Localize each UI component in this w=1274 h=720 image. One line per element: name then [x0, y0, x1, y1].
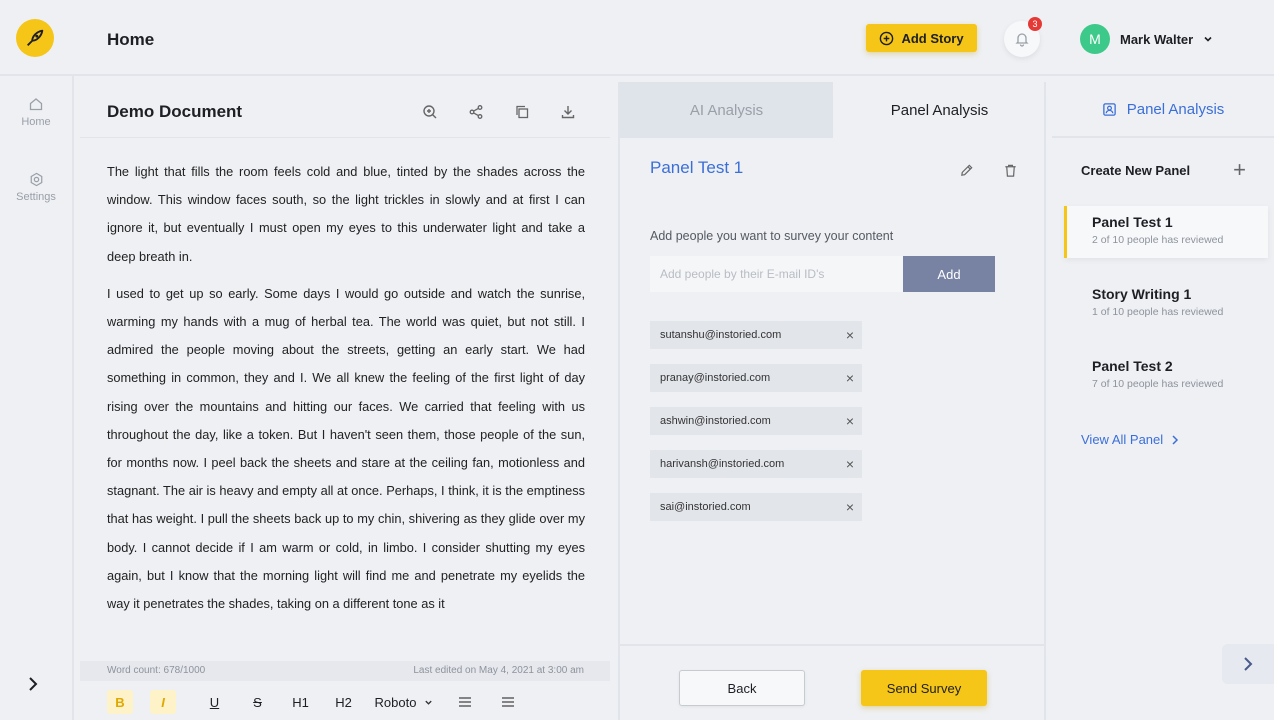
italic-button[interactable]: I — [150, 690, 176, 714]
ordered-list-icon[interactable] — [443, 690, 486, 714]
sidebar: Home Settings — [0, 76, 74, 720]
add-story-label: Add Story — [901, 30, 964, 46]
view-all-label: View All Panel — [1081, 432, 1164, 447]
word-count: Word count: 678/1000 — [107, 665, 206, 676]
add-email-button[interactable]: Add — [903, 256, 995, 292]
zoom-icon[interactable] — [418, 100, 442, 124]
notification-badge: 3 — [1028, 17, 1042, 31]
bell-icon — [1015, 33, 1029, 47]
close-icon[interactable]: × — [846, 413, 854, 429]
user-menu[interactable]: M Mark Walter — [1080, 24, 1213, 54]
panel-card-title: Story Writing 1 — [1092, 286, 1192, 302]
email-input[interactable] — [650, 256, 903, 292]
email-chip: ashwin@instoried.com × — [650, 407, 862, 435]
add-story-button[interactable]: Add Story — [866, 24, 977, 52]
email-chip: sutanshu@instoried.com × — [650, 321, 862, 349]
panel-card[interactable]: Panel Test 1 2 of 10 people has reviewed — [1064, 206, 1268, 258]
sidebar-item-label: Home — [21, 116, 51, 128]
create-panel-button[interactable]: Create New Panel + — [1081, 157, 1246, 183]
close-icon[interactable]: × — [846, 499, 854, 515]
plus-icon: + — [1233, 157, 1246, 182]
trash-icon[interactable] — [998, 158, 1022, 182]
panel-list-title: Panel Analysis — [1126, 100, 1225, 118]
panel-card-status: 7 of 10 people has reviewed — [1092, 378, 1224, 390]
download-icon[interactable] — [556, 100, 580, 124]
chevron-right-icon — [1172, 434, 1179, 445]
panel-card-title: Panel Test 2 — [1092, 358, 1173, 374]
user-name: Mark Walter — [1120, 31, 1194, 47]
create-panel-label: Create New Panel — [1081, 162, 1191, 178]
logo-icon[interactable] — [16, 19, 54, 57]
document-body[interactable]: The light that fills the room feels cold… — [107, 158, 585, 658]
sidebar-item-home[interactable]: Home — [0, 96, 72, 128]
back-button[interactable]: Back — [679, 670, 805, 706]
bold-button[interactable]: B — [107, 690, 133, 714]
panel-title: Panel Test 1 — [650, 158, 744, 177]
panel-list-sidebar: Panel Analysis Create New Panel + Panel … — [1052, 82, 1274, 720]
document-header: Demo Document — [80, 82, 610, 138]
chevron-right-icon — [1244, 657, 1253, 671]
analysis-tabs: AI Analysis Panel Analysis — [620, 82, 1046, 138]
user-card-icon — [1102, 102, 1116, 116]
panel-card-title: Panel Test 1 — [1092, 214, 1173, 230]
home-icon — [29, 98, 43, 111]
font-select-value: Roboto — [374, 694, 417, 710]
sidebar-item-label: Settings — [16, 191, 56, 203]
close-icon[interactable]: × — [846, 327, 854, 343]
document-title: Demo Document — [107, 102, 243, 121]
panel-card-status: 2 of 10 people has reviewed — [1092, 234, 1224, 246]
panel-actions — [954, 158, 1022, 182]
panel-list-header: Panel Analysis — [1052, 82, 1274, 138]
close-icon[interactable]: × — [846, 456, 854, 472]
analysis-panel: AI Analysis Panel Analysis Panel Test 1 … — [618, 82, 1046, 720]
email-chip-text: sai@instoried.com — [660, 501, 751, 513]
expand-sidebar-icon[interactable] — [26, 672, 40, 698]
unordered-list-icon[interactable] — [486, 690, 529, 714]
format-toolbar: B I U S H1 H2 Roboto — [107, 690, 529, 714]
last-edited: Last edited on May 4, 2021 at 3:00 am — [413, 665, 584, 676]
h1-button[interactable]: H1 — [279, 690, 322, 714]
email-chip-text: harivansh@instoried.com — [660, 458, 785, 470]
document-panel: Demo Document The light that fills the r… — [80, 82, 610, 720]
view-all-panels-link[interactable]: View All Panel — [1081, 432, 1179, 447]
copy-icon[interactable] — [510, 100, 534, 124]
tab-panel-analysis[interactable]: Panel Analysis — [833, 82, 1046, 138]
top-bar: Home Add Story 3 M Mark Walter — [0, 0, 1274, 76]
avatar: M — [1080, 24, 1110, 54]
send-survey-button[interactable]: Send Survey — [861, 670, 987, 706]
h2-button[interactable]: H2 — [322, 690, 365, 714]
email-chip-list: sutanshu@instoried.com × pranay@instoried… — [650, 321, 862, 536]
sidebar-item-settings[interactable]: Settings — [0, 172, 72, 203]
chevron-down-icon — [425, 700, 433, 705]
panel-card-status: 1 of 10 people has reviewed — [1092, 306, 1224, 318]
gear-icon — [30, 172, 42, 187]
underline-button[interactable]: U — [193, 690, 236, 714]
email-chip: sai@instoried.com × — [650, 493, 862, 521]
document-paragraph: I used to get up so early. Some days I w… — [107, 285, 585, 612]
document-paragraph: The light that fills the room feels cold… — [107, 164, 585, 264]
add-people-label: Add people you want to survey your conte… — [650, 229, 894, 243]
plus-circle-icon — [880, 31, 894, 45]
email-chip-text: ashwin@instoried.com — [660, 415, 771, 427]
chevron-down-icon — [1204, 36, 1212, 42]
email-chip-text: sutanshu@instoried.com — [660, 329, 782, 341]
email-chip: pranay@instoried.com × — [650, 364, 862, 392]
document-status-bar: Word count: 678/1000 Last edited on May … — [80, 661, 610, 681]
email-chip: harivansh@instoried.com × — [650, 450, 862, 478]
share-icon[interactable] — [464, 100, 488, 124]
page-title: Home — [107, 30, 155, 49]
next-arrow-button[interactable] — [1222, 644, 1274, 684]
panel-card[interactable]: Panel Test 2 7 of 10 people has reviewed — [1064, 350, 1268, 402]
edit-icon[interactable] — [954, 158, 978, 182]
strikethrough-button[interactable]: S — [236, 690, 279, 714]
document-toolbar — [418, 100, 580, 124]
panel-card[interactable]: Story Writing 1 1 of 10 people has revie… — [1064, 278, 1268, 330]
tab-ai-analysis[interactable]: AI Analysis — [620, 82, 833, 138]
email-chip-text: pranay@instoried.com — [660, 372, 771, 384]
close-icon[interactable]: × — [846, 370, 854, 386]
font-select[interactable]: Roboto — [365, 690, 443, 714]
analysis-footer: Back Send Survey — [620, 644, 1046, 720]
